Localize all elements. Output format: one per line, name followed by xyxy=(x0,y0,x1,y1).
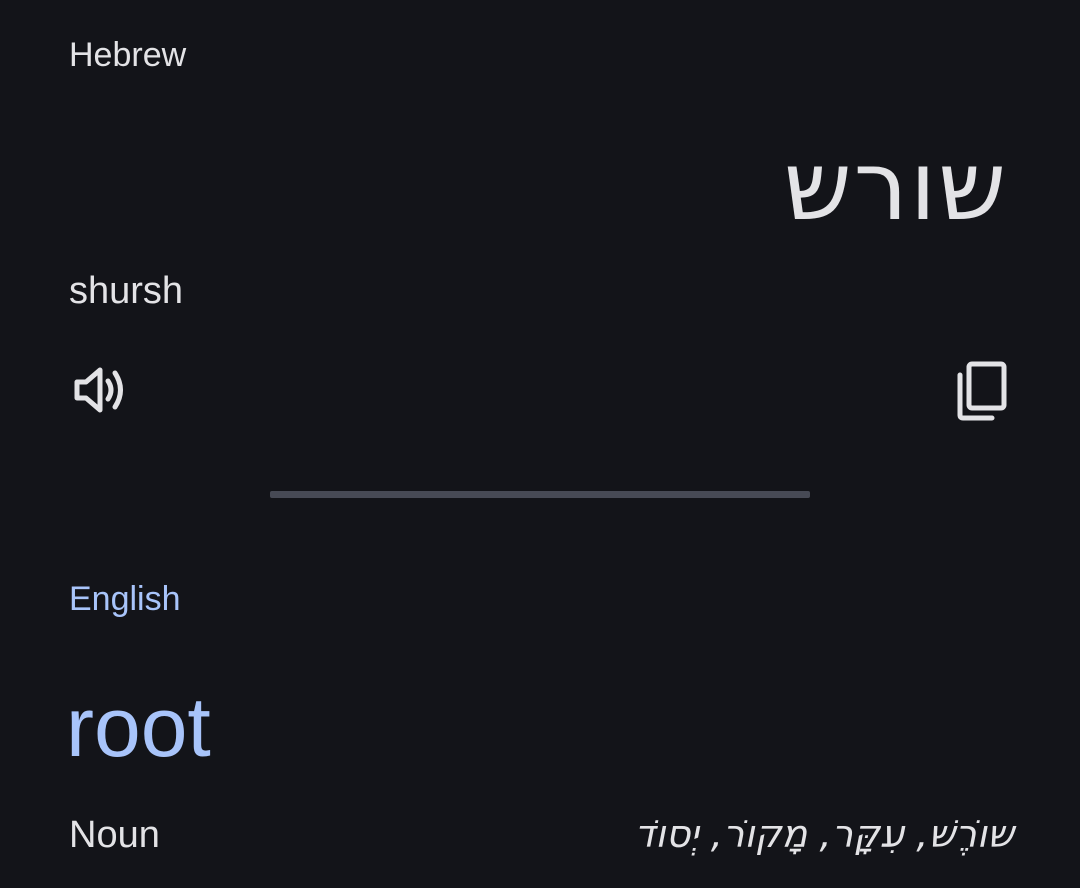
part-of-speech: Noun xyxy=(69,814,160,856)
section-divider xyxy=(270,491,810,498)
listen-button[interactable] xyxy=(68,360,130,420)
target-language-label: English xyxy=(69,580,181,618)
source-text: שורש xyxy=(783,130,1008,242)
copy-icon xyxy=(957,361,1007,421)
translated-text: root xyxy=(66,680,211,774)
reverse-translations: שוֹרֶשׁ, עִקָּר, מָקוֹר, יְסוֹד xyxy=(634,812,1014,856)
source-language-label: Hebrew xyxy=(69,36,187,74)
copy-button[interactable] xyxy=(950,358,1012,424)
transliteration: shursh xyxy=(69,270,184,312)
volume-up-icon xyxy=(74,367,123,413)
